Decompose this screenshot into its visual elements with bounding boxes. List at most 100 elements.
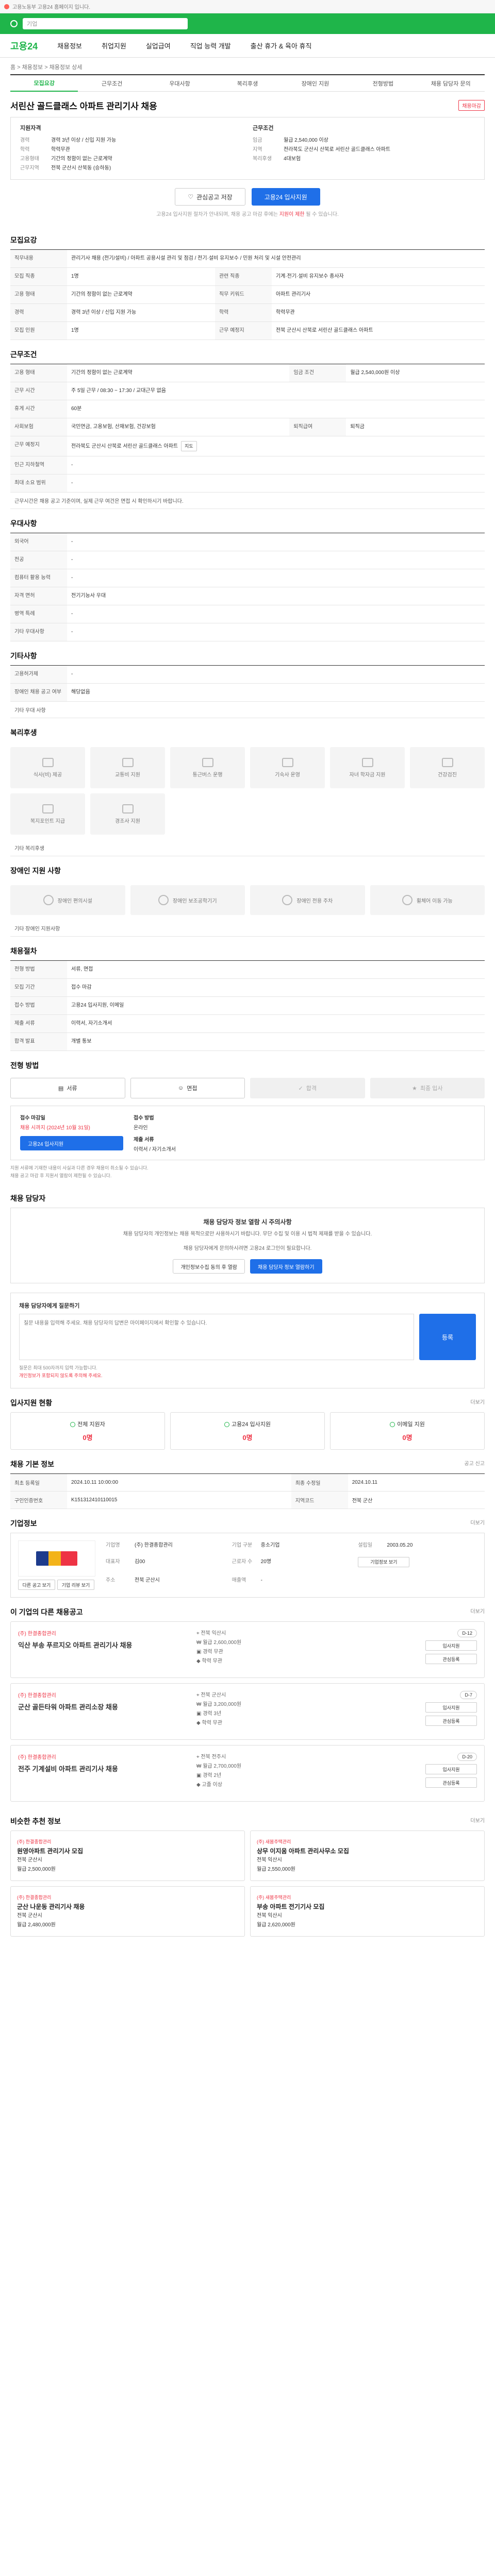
rec-company: (주) 한결종합관리	[17, 1839, 52, 1844]
nav-item-support[interactable]: 취업지원	[102, 41, 126, 50]
more-link[interactable]: 더보기	[470, 1816, 485, 1826]
nav-item-unemployment[interactable]: 실업급여	[146, 41, 171, 50]
row-value: 1명	[67, 321, 215, 340]
rec-company: (주) 새봄주택관리	[257, 1839, 291, 1844]
search-icon[interactable]	[10, 20, 18, 27]
inquiry-textarea[interactable]	[19, 1314, 414, 1360]
welfare-card: 경조사 지원	[90, 793, 165, 835]
device-icon	[158, 895, 169, 905]
job-apply-button[interactable]: 입사지원	[425, 1764, 477, 1774]
nav-item-leave[interactable]: 출산 휴가 & 육아 휴직	[251, 41, 312, 50]
company-key: 근로자 수	[232, 1558, 253, 1565]
job-save-button[interactable]: 관심등록	[425, 1716, 477, 1726]
row-key: 구인인증번호	[10, 1491, 67, 1509]
rec-title[interactable]: 부송 아파트 전기기사 모집	[257, 1902, 478, 1911]
row-key: 사회보험	[10, 418, 67, 436]
row-value: -	[67, 474, 485, 493]
recommend-card[interactable]: (주) 새봄주택관리 상무 이지움 아파트 관리사무소 모집 전북 익산시 월급 2,…	[250, 1831, 485, 1881]
job-item-title[interactable]: 군산 골든타워 아파트 관리소장 채용	[18, 1702, 188, 1711]
apply-button[interactable]: 고용24 입사지원	[251, 188, 320, 206]
welfare-card: 기숙사 운영	[250, 747, 325, 788]
rec-company: (주) 한결종합관리	[17, 1895, 52, 1900]
job-save-button[interactable]: 관심등록	[425, 1777, 477, 1788]
manager-section: 채용 담당자 채용 담당자 정보 열람 시 주의사항 채용 담당자의 개인정보는…	[10, 1184, 485, 1283]
company-review-button[interactable]: 기업 리뷰 보기	[57, 1580, 94, 1590]
apply-button-secondary[interactable]: 고용24 입사지원	[20, 1136, 123, 1150]
site-logo[interactable]: 고용24	[10, 39, 38, 53]
summary-key: 근무지역	[20, 165, 39, 171]
rec-title[interactable]: 상무 이지움 아파트 관리사무소 모집	[257, 1846, 478, 1856]
main-nav: 고용24 채용정보 취업지원 실업급여 직업 능력 개발 출산 휴가 & 육아 …	[0, 34, 495, 58]
row-value: 월급 2,540,000원 이상	[346, 364, 485, 382]
company-other-button[interactable]: 다른 공고 보기	[18, 1580, 55, 1590]
recommend-card[interactable]: (주) 새봄주택관리 부송 아파트 전기기사 모집 전북 익산시 월급 2,620,0…	[250, 1886, 485, 1937]
job-item-title[interactable]: 전주 기계설비 아파트 관리기사 채용	[18, 1764, 188, 1773]
recommend-card[interactable]: (주) 한결종합관리 원영아파트 관리기사 모집 전북 군산시 월급 2,500,00…	[10, 1831, 245, 1881]
job-apply-button[interactable]: 입사지원	[425, 1640, 477, 1651]
welfare-section: 복리후생 식사(비) 제공 교통비 지원 통근버스 운행 기숙사 운영 자녀 학…	[10, 718, 485, 856]
consent-view-button[interactable]: 개인정보수집 동의 후 열람	[173, 1259, 245, 1274]
bullet-item: 지원 서류에 기재한 내용이 사실과 다른 경우 채용이 취소될 수 있습니다.	[10, 1165, 148, 1171]
heart-icon: ♡	[188, 193, 194, 200]
job-list-item[interactable]: (주) 한결종합관리 군산 골든타워 아파트 관리소장 채용 ⌖ 전북 군산시 ₩…	[10, 1683, 485, 1740]
stat-icon	[390, 1422, 395, 1428]
row-key: 제출 서류	[10, 1014, 67, 1033]
job-list-item[interactable]: (주) 한결종합관리 익산 부송 푸르지오 아파트 관리기사 채용 ⌖ 전북 익산…	[10, 1621, 485, 1678]
job-list-item[interactable]: (주) 한결종합관리 전주 기계설비 아파트 관리기사 채용 ⌖ 전북 전주시 ₩…	[10, 1745, 485, 1802]
tab-prefer[interactable]: 우대사항	[146, 79, 213, 88]
summary-value: 4대보험	[284, 156, 301, 162]
tab-process[interactable]: 전형방법	[349, 79, 417, 88]
inquiry-send-button[interactable]: 등록	[419, 1314, 476, 1360]
status-badge: 채용마감	[458, 100, 485, 111]
report-link[interactable]: 공고 신고	[464, 1459, 485, 1469]
tab-recruit[interactable]: 모집요강	[10, 75, 78, 92]
row-value: 2024.10.11 10:00:00	[67, 1473, 291, 1492]
nav-item-training[interactable]: 직업 능력 개발	[190, 41, 231, 50]
company-info-button[interactable]: 기업정보 보기	[358, 1556, 410, 1567]
tab-work[interactable]: 근무조건	[78, 79, 145, 88]
company-name: (주) 한결종합관리	[135, 1543, 173, 1548]
job-edu: 학력 무관	[202, 1658, 223, 1664]
row-key: 직무내용	[10, 249, 67, 268]
job-item-title[interactable]: 익산 부송 푸르지오 아파트 관리기사 채용	[18, 1640, 188, 1650]
recommend-card[interactable]: (주) 한결종합관리 군산 나운동 관리기사 채용 전북 군산시 월급 2,480,0…	[10, 1886, 245, 1937]
save-job-button[interactable]: ♡ 관심공고 저장	[175, 188, 245, 206]
job-edu: 학력 무관	[202, 1720, 223, 1726]
job-save-button[interactable]: 관심등록	[425, 1654, 477, 1664]
stat-icon	[224, 1422, 229, 1428]
manager-box-desc: 채용 담당자의 개인정보는 채용 목적으로만 사용하시기 바랍니다. 무단 수집…	[123, 1231, 372, 1237]
work-section: 근무조건 고용 형태 기간의 정함이 없는 근로계약 임금 조건 월급 2,540,0…	[10, 340, 485, 509]
inquiry-foot: 질문은 최대 500자까지 입력 가능합니다. 개인정보가 포함되지 않도록 주…	[19, 1360, 476, 1380]
deadline-pill: D-7	[460, 1691, 477, 1699]
row-key: 학력	[214, 303, 272, 322]
job-apply-button[interactable]: 입사지원	[425, 1702, 477, 1713]
section-title: 채용절차	[10, 947, 37, 955]
nav-item-jobs[interactable]: 채용정보	[57, 41, 82, 50]
rec-title[interactable]: 군산 나운동 관리기사 채용	[17, 1902, 238, 1911]
barrier-card: 장애인 전용 주차	[250, 885, 365, 915]
company-logo-mark	[36, 1551, 77, 1566]
row-key: 관련 직종	[214, 267, 272, 286]
tab-manager[interactable]: 채용 담당자 문의	[417, 79, 485, 88]
row-key: 고용 형태	[10, 364, 67, 382]
rec-title[interactable]: 원영아파트 관리기사 모집	[17, 1846, 238, 1856]
row-key: 접수 방법	[10, 996, 67, 1015]
education-icon: ◆	[196, 1658, 202, 1664]
map-button[interactable]: 지도	[181, 441, 197, 451]
section-title: 기타사항	[10, 652, 37, 660]
tab-welfare[interactable]: 복리후생	[213, 79, 281, 88]
more-link[interactable]: 더보기	[470, 1607, 485, 1617]
tab-barrier[interactable]: 장애인 지원	[282, 79, 349, 88]
more-link[interactable]: 더보기	[470, 1398, 485, 1408]
stat-label: 고용24 입사지원	[231, 1421, 271, 1428]
deadline-pill: D-12	[457, 1629, 477, 1637]
search-input[interactable]: 기업	[23, 18, 188, 29]
row-value: 1명	[67, 267, 215, 286]
more-link[interactable]: 더보기	[470, 1518, 485, 1529]
view-manager-button[interactable]: 채용 담당자 정보 열람하기	[250, 1259, 322, 1274]
career-icon: ▣	[196, 1773, 203, 1778]
row-key: 경력	[10, 303, 67, 322]
bus-icon	[202, 757, 213, 767]
row-key: 컴퓨터 활용 능력	[10, 569, 67, 587]
row-key: 인근 지하철역	[10, 456, 67, 474]
